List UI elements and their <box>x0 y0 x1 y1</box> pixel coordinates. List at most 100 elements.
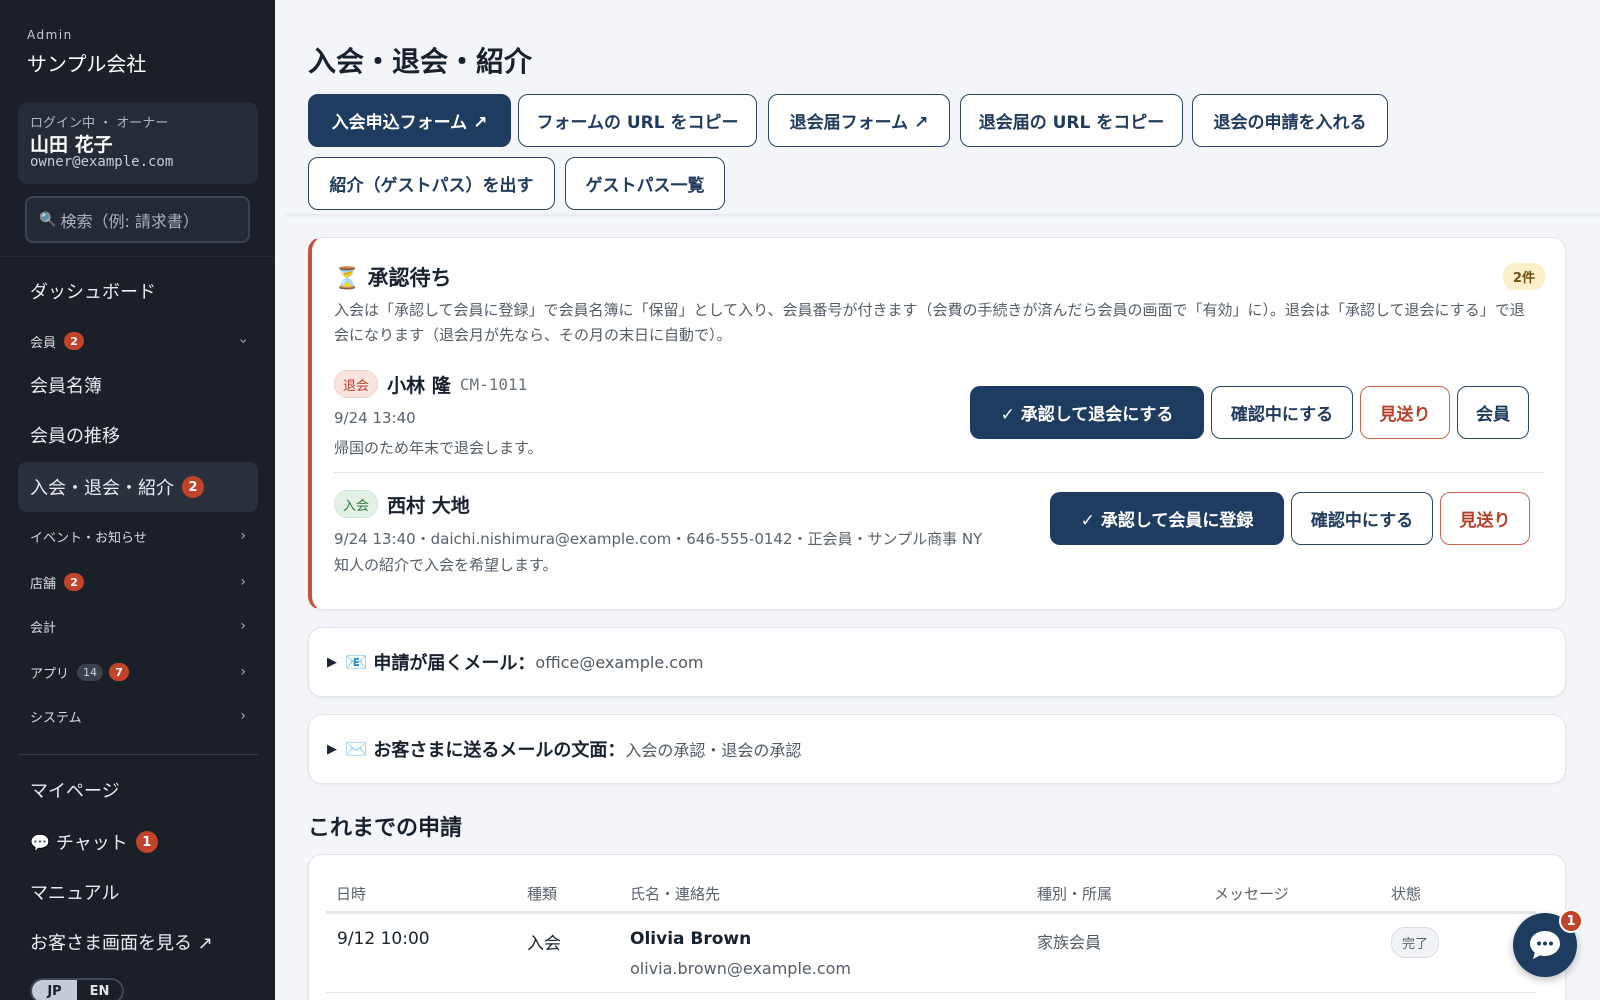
count-badge: 2 <box>64 332 85 350</box>
mark-reviewing-button[interactable]: 確認中にする <box>1291 492 1433 545</box>
sidebar-item-label: 入会・退会・紹介 <box>30 478 174 499</box>
sidebar-item-stores[interactable]: 店舗 2 › <box>18 572 258 592</box>
language-toggle[interactable]: JP EN <box>30 978 124 1000</box>
leave-form-button[interactable]: 退会届フォーム ↗ <box>768 94 950 147</box>
pending-title-text: 承認待ち <box>367 266 452 290</box>
sidebar-divider <box>18 754 258 755</box>
sidebar-item-label: 会員の推移 <box>30 426 120 447</box>
issue-guest-pass-button[interactable]: 紹介（ゲストパス）を出す <box>308 157 555 210</box>
copy-form-url-button[interactable]: フォームの URL をコピー <box>518 94 757 147</box>
view-member-button[interactable]: 会員 <box>1457 386 1529 439</box>
pending-description: 入会は「承認して会員に登録」で会員名簿に「保留」として入り、会員番号が付きます（… <box>334 301 1525 344</box>
decline-button[interactable]: 見送り <box>1360 386 1450 439</box>
sidebar-item-manual[interactable]: マニュアル <box>18 877 258 907</box>
sidebar: Admin サンプル会社 ログイン中 ・ オーナー 山田 花子 owner@ex… <box>0 0 275 1000</box>
chevron-right-icon: › <box>240 618 246 634</box>
count-badge: 2 <box>182 476 204 498</box>
mark-reviewing-button[interactable]: 確認中にする <box>1211 386 1353 439</box>
lang-jp-option[interactable]: JP <box>32 980 77 1000</box>
pending-count-badge: 2件 <box>1502 263 1545 290</box>
sidebar-item-customer-view[interactable]: お客さま画面を見る ↗ <box>18 927 258 957</box>
chevron-right-icon: › <box>240 664 246 680</box>
user-name: 山田 花子 <box>30 134 113 156</box>
member-code: CM-1011 <box>459 374 528 394</box>
search-icon: 🔍 <box>39 211 57 228</box>
history-title: これまでの申請 <box>308 816 463 841</box>
approve-join-button[interactable]: ✓ 承認して会員に登録 <box>1050 492 1284 545</box>
sidebar-item-apps[interactable]: アプリ 14 7 › <box>18 662 258 682</box>
join-form-button[interactable]: 入会申込フォーム ↗ <box>308 94 511 147</box>
sidebar-item-label: システム <box>30 710 82 726</box>
request-meta: 9/24 13:40 <box>334 409 416 427</box>
chat-fab-button[interactable]: 1 <box>1513 909 1583 977</box>
customer-email-section[interactable]: ▶ ✉️ お客さまに送るメールの文面： 入会の承認・退会の承認 <box>308 714 1566 784</box>
sidebar-item-member-list[interactable]: 会員名簿 <box>18 370 258 400</box>
status-badge: 完了 <box>1391 927 1440 958</box>
column-header[interactable]: 状態 <box>1391 883 1421 904</box>
user-card[interactable]: ログイン中 ・ オーナー 山田 花子 owner@example.com <box>18 102 258 184</box>
column-header[interactable]: 種別・所属 <box>1037 883 1112 904</box>
cell-email[interactable]: olivia.brown@example.com <box>630 959 851 978</box>
column-header[interactable]: 日時 <box>336 883 366 904</box>
approve-leave-button[interactable]: ✓ 承認して退会にする <box>970 386 1204 439</box>
chat-unread-badge: 1 <box>1559 909 1583 933</box>
lang-en-option[interactable]: EN <box>77 980 122 1000</box>
user-email: owner@example.com <box>30 154 174 170</box>
sidebar-item-system[interactable]: システム › <box>18 706 258 726</box>
request-divider <box>334 472 1544 473</box>
brand-name[interactable]: サンプル会社 <box>27 48 146 77</box>
expand-triangle-icon: ▶ <box>327 654 337 670</box>
notify-email-section[interactable]: ▶ 📧 申請が届くメール： office@example.com <box>308 627 1566 697</box>
sidebar-divider <box>0 256 275 257</box>
decline-button[interactable]: 見送り <box>1440 492 1530 545</box>
sidebar-group-members[interactable]: 会員 2 › <box>18 331 258 351</box>
cell-name: Olivia Brown <box>630 929 752 949</box>
sidebar-item-dashboard[interactable]: ダッシュボード <box>18 276 258 306</box>
expand-triangle-icon: ▶ <box>327 741 337 757</box>
sidebar-item-label: お客さま画面を見る ↗ <box>30 933 213 954</box>
sidebar-item-events[interactable]: イベント・お知らせ › <box>18 526 258 546</box>
chevron-down-icon: › <box>235 338 252 344</box>
table-row-divider <box>326 992 1536 993</box>
sidebar-item-join-leave[interactable]: 入会・退会・紹介 2 <box>18 462 258 512</box>
customer-email-value: 入会の承認・退会の承認 <box>625 741 802 760</box>
request-message: 帰国のため年末で退会します。 <box>334 439 543 457</box>
request-name: 西村 大地 <box>387 494 470 517</box>
add-leave-request-button[interactable]: 退会の申請を入れる <box>1192 94 1388 147</box>
count-badge: 14 <box>77 663 104 681</box>
customer-email-label: お客さまに送るメールの文面： <box>373 740 626 761</box>
sidebar-item-member-trend[interactable]: 会員の推移 <box>18 420 258 450</box>
copy-leave-url-button[interactable]: 退会届の URL をコピー <box>960 94 1183 147</box>
pending-title: ⏳ 承認待ち <box>334 262 451 292</box>
sidebar-item-label: チャット <box>55 833 128 854</box>
toolbar-divider <box>285 214 1600 218</box>
column-header[interactable]: 氏名・連絡先 <box>630 883 720 904</box>
sidebar-item-label: 会計 <box>30 620 57 636</box>
chevron-right-icon: › <box>240 708 246 724</box>
request-heading: 入会 西村 大地 <box>334 490 470 518</box>
sidebar-item-label: 店舗 <box>30 576 57 592</box>
column-header[interactable]: 種類 <box>527 883 557 904</box>
sidebar-item-accounting[interactable]: 会計 › <box>18 616 258 636</box>
column-header[interactable]: メッセージ <box>1214 883 1289 904</box>
notify-email-label: 申請が届くメール： <box>373 653 536 674</box>
request-type-tag: 入会 <box>334 490 379 518</box>
chevron-right-icon: › <box>240 528 246 544</box>
sidebar-item-chat[interactable]: 💬 チャット 1 <box>18 827 258 857</box>
pending-request-item: 退会 小林 隆 CM-1011 9/24 13:40 帰国のため年末で退会します… <box>334 370 1544 462</box>
guest-pass-list-button[interactable]: ゲストパス一覧 <box>565 157 725 210</box>
request-name[interactable]: 小林 隆 <box>387 375 451 397</box>
search-placeholder: 検索（例: 請求書） <box>60 211 199 231</box>
notify-email-value: office@example.com <box>535 652 704 672</box>
cell-category: 家族会員 <box>1037 933 1102 952</box>
page-title: 入会・退会・紹介 <box>308 45 533 78</box>
request-message: 知人の紹介で入会を希望します。 <box>334 556 558 574</box>
search-input[interactable]: 🔍 検索（例: 請求書） <box>25 196 250 243</box>
sidebar-item-label: イベント・お知らせ <box>30 530 147 546</box>
brand-eyebrow: Admin <box>27 28 73 42</box>
sidebar-item-label: 会員 <box>30 335 57 351</box>
history-table: 日時 種類 氏名・連絡先 種別・所属 メッセージ 状態 9/12 10:00 入… <box>308 854 1566 1000</box>
pending-request-item: 入会 西村 大地 9/24 13:40・daichi.nishimura@exa… <box>334 490 1544 582</box>
cell-type: 入会 <box>527 934 561 954</box>
sidebar-item-mypage[interactable]: マイページ <box>18 775 258 805</box>
